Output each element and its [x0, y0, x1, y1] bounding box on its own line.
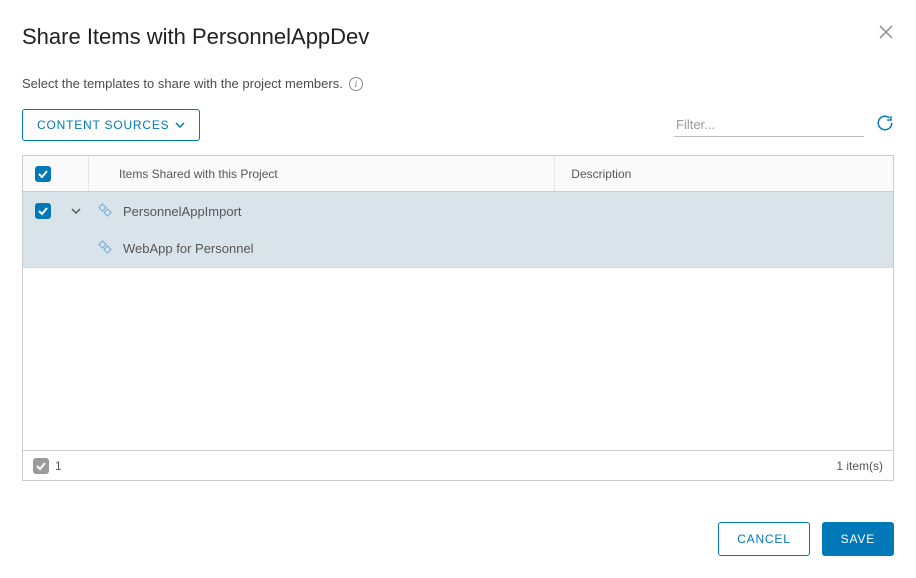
close-icon[interactable]: [878, 24, 894, 45]
blueprint-icon: [97, 239, 113, 258]
info-icon[interactable]: i: [349, 77, 363, 91]
row-name: WebApp for Personnel: [123, 241, 254, 256]
table-row[interactable]: WebApp for Personnel: [23, 230, 893, 268]
expand-toggle[interactable]: [63, 205, 89, 217]
refresh-icon[interactable]: [876, 114, 894, 137]
item-count: 1 item(s): [836, 459, 883, 473]
subtitle-text: Select the templates to share with the p…: [22, 76, 343, 91]
selected-count: 1: [55, 459, 62, 473]
table-footer: 1 1 item(s): [23, 450, 893, 480]
blueprint-icon: [97, 202, 113, 221]
content-sources-dropdown[interactable]: CONTENT SOURCES: [22, 109, 200, 141]
table-header: Items Shared with this Project Descripti…: [23, 156, 893, 192]
cancel-button[interactable]: CANCEL: [718, 522, 809, 556]
filter-input[interactable]: [674, 113, 864, 137]
select-all-checkbox[interactable]: [35, 166, 51, 182]
col-header-items[interactable]: Items Shared with this Project: [89, 156, 555, 191]
dialog-subtitle: Select the templates to share with the p…: [22, 76, 894, 91]
col-header-description[interactable]: Description: [555, 156, 893, 191]
content-sources-label: CONTENT SOURCES: [37, 118, 169, 132]
chevron-down-icon: [70, 205, 82, 217]
row-name: PersonnelAppImport: [123, 204, 242, 219]
items-table: Items Shared with this Project Descripti…: [22, 155, 894, 481]
dialog-title: Share Items with PersonnelAppDev: [22, 24, 369, 50]
save-button[interactable]: SAVE: [822, 522, 894, 556]
row-checkbox[interactable]: [35, 203, 51, 219]
footer-checkbox[interactable]: [33, 458, 49, 474]
table-row[interactable]: PersonnelAppImport: [23, 192, 893, 230]
chevron-down-icon: [175, 120, 185, 130]
